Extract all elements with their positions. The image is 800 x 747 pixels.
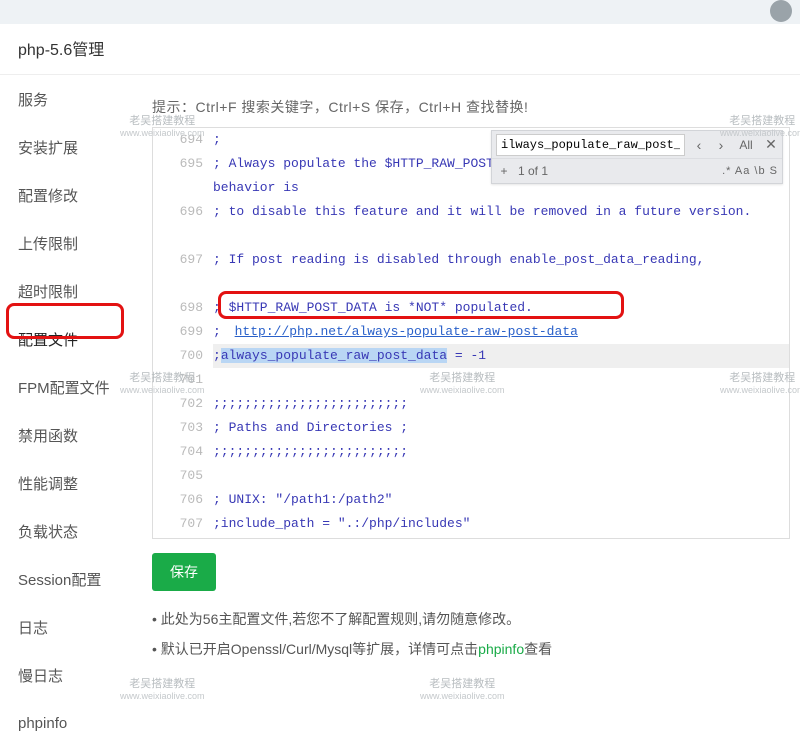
page-title: php-5.6管理 [0,24,800,75]
sidebar-item-10[interactable]: Session配置 [0,555,140,603]
sidebar-item-8[interactable]: 性能调整 [0,459,140,507]
editor-notes: 此处为56主配置文件,若您不了解配置规则,请勿随意修改。 默认已开启Openss… [152,609,790,659]
search-count: 1 of 1 [518,164,722,178]
sidebar: 服务安装扩展配置修改上传限制超时限制配置文件FPM配置文件禁用函数性能调整负载状… [0,75,140,747]
code-line[interactable]: ; [213,536,789,539]
editor-code[interactable]: ;; Always populate the $HTTP_RAW_POST_DA… [213,128,789,538]
close-icon[interactable] [770,0,792,22]
code-line[interactable]: ;include_path = ".:/php/includes" [213,512,789,536]
code-line[interactable]: ; If post reading is disabled through en… [213,248,789,296]
search-prev-button[interactable]: ‹ [688,137,710,153]
search-close-icon[interactable]: ✕ [760,136,782,153]
code-line[interactable] [213,464,789,488]
sidebar-item-13[interactable]: phpinfo [0,699,140,747]
search-options[interactable]: .* Aa \b S [722,165,778,177]
save-button[interactable]: 保存 [152,553,216,591]
sidebar-item-0[interactable]: 服务 [0,75,140,123]
sidebar-item-7[interactable]: 禁用函数 [0,411,140,459]
code-line[interactable] [213,368,789,392]
code-line[interactable]: ; Paths and Directories ; [213,416,789,440]
code-line[interactable]: ; to disable this feature and it will be… [213,200,789,248]
code-line[interactable]: ;;;;;;;;;;;;;;;;;;;;;;;;; [213,440,789,464]
sidebar-item-3[interactable]: 上传限制 [0,219,140,267]
phpinfo-link[interactable]: phpinfo [478,641,524,657]
sidebar-item-2[interactable]: 配置修改 [0,171,140,219]
sidebar-item-12[interactable]: 慢日志 [0,651,140,699]
code-line[interactable]: ; http://php.net/always-populate-raw-pos… [213,320,789,344]
config-editor[interactable]: 6946956966976986997007017027037047057067… [152,127,790,539]
note-2: 默认已开启Openssl/Curl/Mysql等扩展，详情可点击phpinfo查… [152,639,790,659]
editor-gutter: 6946956966976986997007017027037047057067… [153,128,213,538]
hint-text: 提示：Ctrl+F 搜索关键字，Ctrl+S 保存，Ctrl+H 查找替换! [152,97,790,117]
topbar [0,0,800,24]
sidebar-item-6[interactable]: FPM配置文件 [0,363,140,411]
sidebar-item-1[interactable]: 安装扩展 [0,123,140,171]
search-all-button[interactable]: All [732,138,760,152]
search-input[interactable] [496,134,685,156]
sidebar-item-4[interactable]: 超时限制 [0,267,140,315]
search-replace-toggle[interactable]: + [496,164,512,178]
search-box: ‹ › All ✕ + 1 of 1 .* Aa \b S [491,130,783,184]
code-line[interactable]: ; $HTTP_RAW_POST_DATA is *NOT* populated… [213,296,789,320]
search-next-button[interactable]: › [710,137,732,153]
sidebar-item-9[interactable]: 负载状态 [0,507,140,555]
note-1: 此处为56主配置文件,若您不了解配置规则,请勿随意修改。 [152,609,790,629]
code-line[interactable]: ; UNIX: "/path1:/path2" [213,488,789,512]
code-line[interactable]: ;always_populate_raw_post_data = -1 [213,344,789,368]
sidebar-item-5[interactable]: 配置文件 [0,315,140,363]
sidebar-item-11[interactable]: 日志 [0,603,140,651]
code-line[interactable]: ;;;;;;;;;;;;;;;;;;;;;;;;; [213,392,789,416]
